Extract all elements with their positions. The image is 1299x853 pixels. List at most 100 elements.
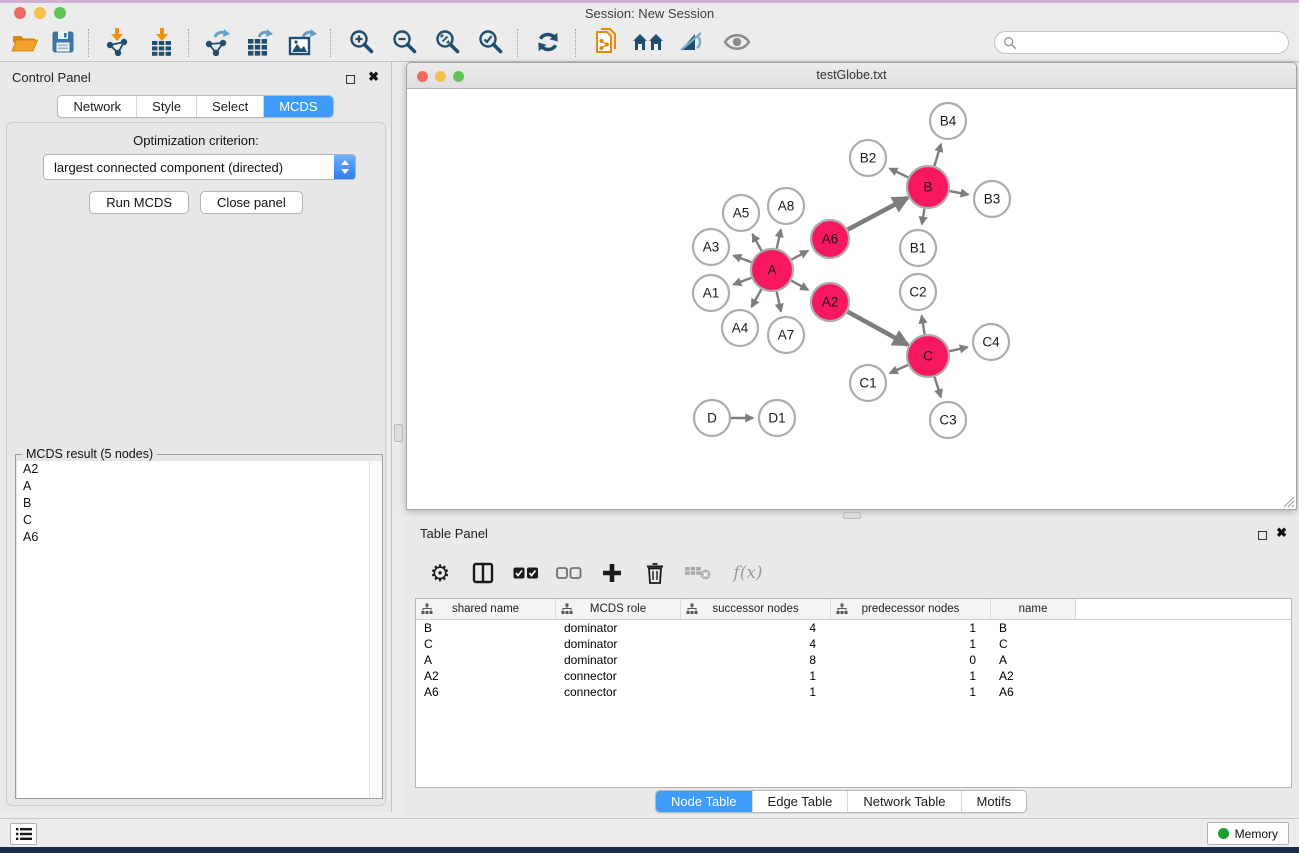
table-tab-edge-table[interactable]: Edge Table: [752, 791, 848, 812]
table-row[interactable]: Cdominator41C: [416, 636, 1291, 652]
zoom-window-button[interactable]: [54, 7, 66, 19]
graph-node-A8[interactable]: A8: [768, 188, 804, 224]
import-network-icon: [104, 28, 130, 56]
graph-node-A[interactable]: A: [751, 249, 793, 291]
vertical-splitter-handle[interactable]: [394, 424, 403, 442]
graph-node-A6[interactable]: A6: [811, 220, 849, 258]
table-tab-network-table[interactable]: Network Table: [847, 791, 960, 812]
network-window-titlebar[interactable]: testGlobe.txt: [407, 63, 1296, 89]
graph-node-B4[interactable]: B4: [930, 103, 966, 139]
graph-node-B[interactable]: B: [907, 166, 949, 208]
horizontal-splitter-handle[interactable]: [843, 512, 861, 519]
svg-text:A6: A6: [822, 232, 839, 247]
dropdown-stepper-icon: [334, 155, 355, 179]
graph-edge: [752, 234, 761, 251]
window-titlebar[interactable]: Session: New Session: [0, 3, 1299, 23]
column-header-name[interactable]: name: [991, 599, 1076, 619]
tab-style[interactable]: Style: [136, 96, 196, 117]
control-panel-header[interactable]: Control Panel ✖: [0, 62, 391, 92]
zoom-fit-button[interactable]: [431, 25, 465, 59]
graph-node-A2[interactable]: A2: [811, 283, 849, 321]
show-all-networks-button[interactable]: [631, 25, 665, 59]
run-mcds-button[interactable]: Run MCDS: [89, 191, 189, 214]
svg-text:B2: B2: [860, 151, 877, 166]
result-list-scrollbar[interactable]: [369, 461, 382, 798]
zoom-selected-button[interactable]: [474, 25, 508, 59]
export-network-button[interactable]: [200, 25, 234, 59]
graph-node-D1[interactable]: D1: [759, 400, 795, 436]
graph-node-C4[interactable]: C4: [973, 324, 1009, 360]
graph-node-A1[interactable]: A1: [693, 275, 729, 311]
graph-node-A4[interactable]: A4: [722, 310, 758, 346]
zoom-in-button[interactable]: [345, 25, 379, 59]
window-resize-grip[interactable]: [1282, 495, 1295, 508]
graph-node-A7[interactable]: A7: [768, 317, 804, 353]
table-tab-node-table[interactable]: Node Table: [656, 791, 752, 812]
graph-node-C[interactable]: C: [907, 335, 949, 377]
result-list-item[interactable]: A: [17, 478, 382, 495]
table-tab-motifs[interactable]: Motifs: [961, 791, 1027, 812]
table-row[interactable]: A2connector11A2: [416, 668, 1291, 684]
result-list-item[interactable]: B: [17, 495, 382, 512]
refresh-view-button[interactable]: [531, 25, 565, 59]
criterion-dropdown[interactable]: largest connected component (directed): [43, 154, 356, 180]
new-network-from-file-button[interactable]: [590, 25, 624, 59]
close-panel-button[interactable]: Close panel: [200, 191, 303, 214]
export-table-button[interactable]: [243, 25, 277, 59]
export-image-button[interactable]: [286, 25, 320, 59]
graph-node-D[interactable]: D: [694, 400, 730, 436]
import-table-button[interactable]: [145, 25, 179, 59]
close-panel-icon[interactable]: ✖: [368, 69, 379, 85]
result-list-item[interactable]: C: [17, 512, 382, 529]
table-row[interactable]: A6connector11A6: [416, 684, 1291, 700]
show-graphics-details-button[interactable]: [674, 25, 708, 59]
table-settings-button[interactable]: ⚙: [427, 560, 453, 586]
search-input[interactable]: [1017, 36, 1280, 50]
open-folder-icon: [11, 30, 39, 54]
import-network-button[interactable]: [100, 25, 134, 59]
tab-network[interactable]: Network: [58, 96, 136, 117]
toolbar-separator: [188, 29, 189, 57]
graph-node-B1[interactable]: B1: [900, 230, 936, 266]
mcds-tab-content: Optimization criterion: largest connecte…: [6, 122, 386, 806]
show-columns-button[interactable]: [470, 560, 496, 586]
graph-node-A3[interactable]: A3: [693, 229, 729, 265]
column-header-successor-nodes[interactable]: successor nodes: [681, 599, 831, 619]
delete-row-button[interactable]: [642, 560, 668, 586]
window-title: Session: New Session: [0, 6, 1299, 21]
column-header-MCDS-role[interactable]: MCDS role: [556, 599, 681, 619]
open-session-button[interactable]: [8, 25, 42, 59]
graph-node-A5[interactable]: A5: [723, 195, 759, 231]
table-row[interactable]: Adominator80A: [416, 652, 1291, 668]
tab-mcds[interactable]: MCDS: [263, 96, 332, 117]
result-list-item[interactable]: A6: [17, 529, 382, 546]
minimize-window-button[interactable]: [34, 7, 46, 19]
close-table-panel-icon[interactable]: ✖: [1276, 525, 1287, 541]
table-cell: B: [991, 620, 1076, 636]
graph-edge: [922, 209, 925, 225]
task-history-button[interactable]: [10, 823, 37, 845]
graph-node-C2[interactable]: C2: [900, 274, 936, 310]
save-session-button[interactable]: [46, 25, 80, 59]
column-header-shared-name[interactable]: shared name: [416, 599, 556, 619]
close-window-button[interactable]: [14, 7, 26, 19]
zoom-out-button[interactable]: [388, 25, 422, 59]
select-all-button[interactable]: [513, 560, 539, 586]
float-panel-icon[interactable]: [346, 71, 355, 89]
graph-node-C3[interactable]: C3: [930, 402, 966, 438]
graph-node-B3[interactable]: B3: [974, 181, 1010, 217]
svg-text:D: D: [707, 411, 717, 426]
deselect-all-button[interactable]: [556, 560, 582, 586]
toolbar-search[interactable]: [994, 31, 1289, 54]
mcds-result-groupbox: MCDS result (5 nodes) A2ABCA6: [15, 454, 383, 799]
tab-select[interactable]: Select: [196, 96, 263, 117]
column-header-predecessor-nodes[interactable]: predecessor nodes: [831, 599, 991, 619]
float-table-panel-icon[interactable]: [1258, 527, 1267, 545]
add-row-button[interactable]: [599, 560, 625, 586]
graph-node-B2[interactable]: B2: [850, 140, 886, 176]
result-list-item[interactable]: A2: [17, 461, 382, 478]
memory-button[interactable]: Memory: [1207, 822, 1289, 845]
network-canvas[interactable]: A B C A6 A2 A1 A3 A4 A5 A7 A8 B1 B2 B3 B4 C1 C2 C3 C4 D D1: [407, 89, 1296, 509]
table-row[interactable]: Bdominator41B: [416, 620, 1291, 636]
graph-node-C1[interactable]: C1: [850, 365, 886, 401]
